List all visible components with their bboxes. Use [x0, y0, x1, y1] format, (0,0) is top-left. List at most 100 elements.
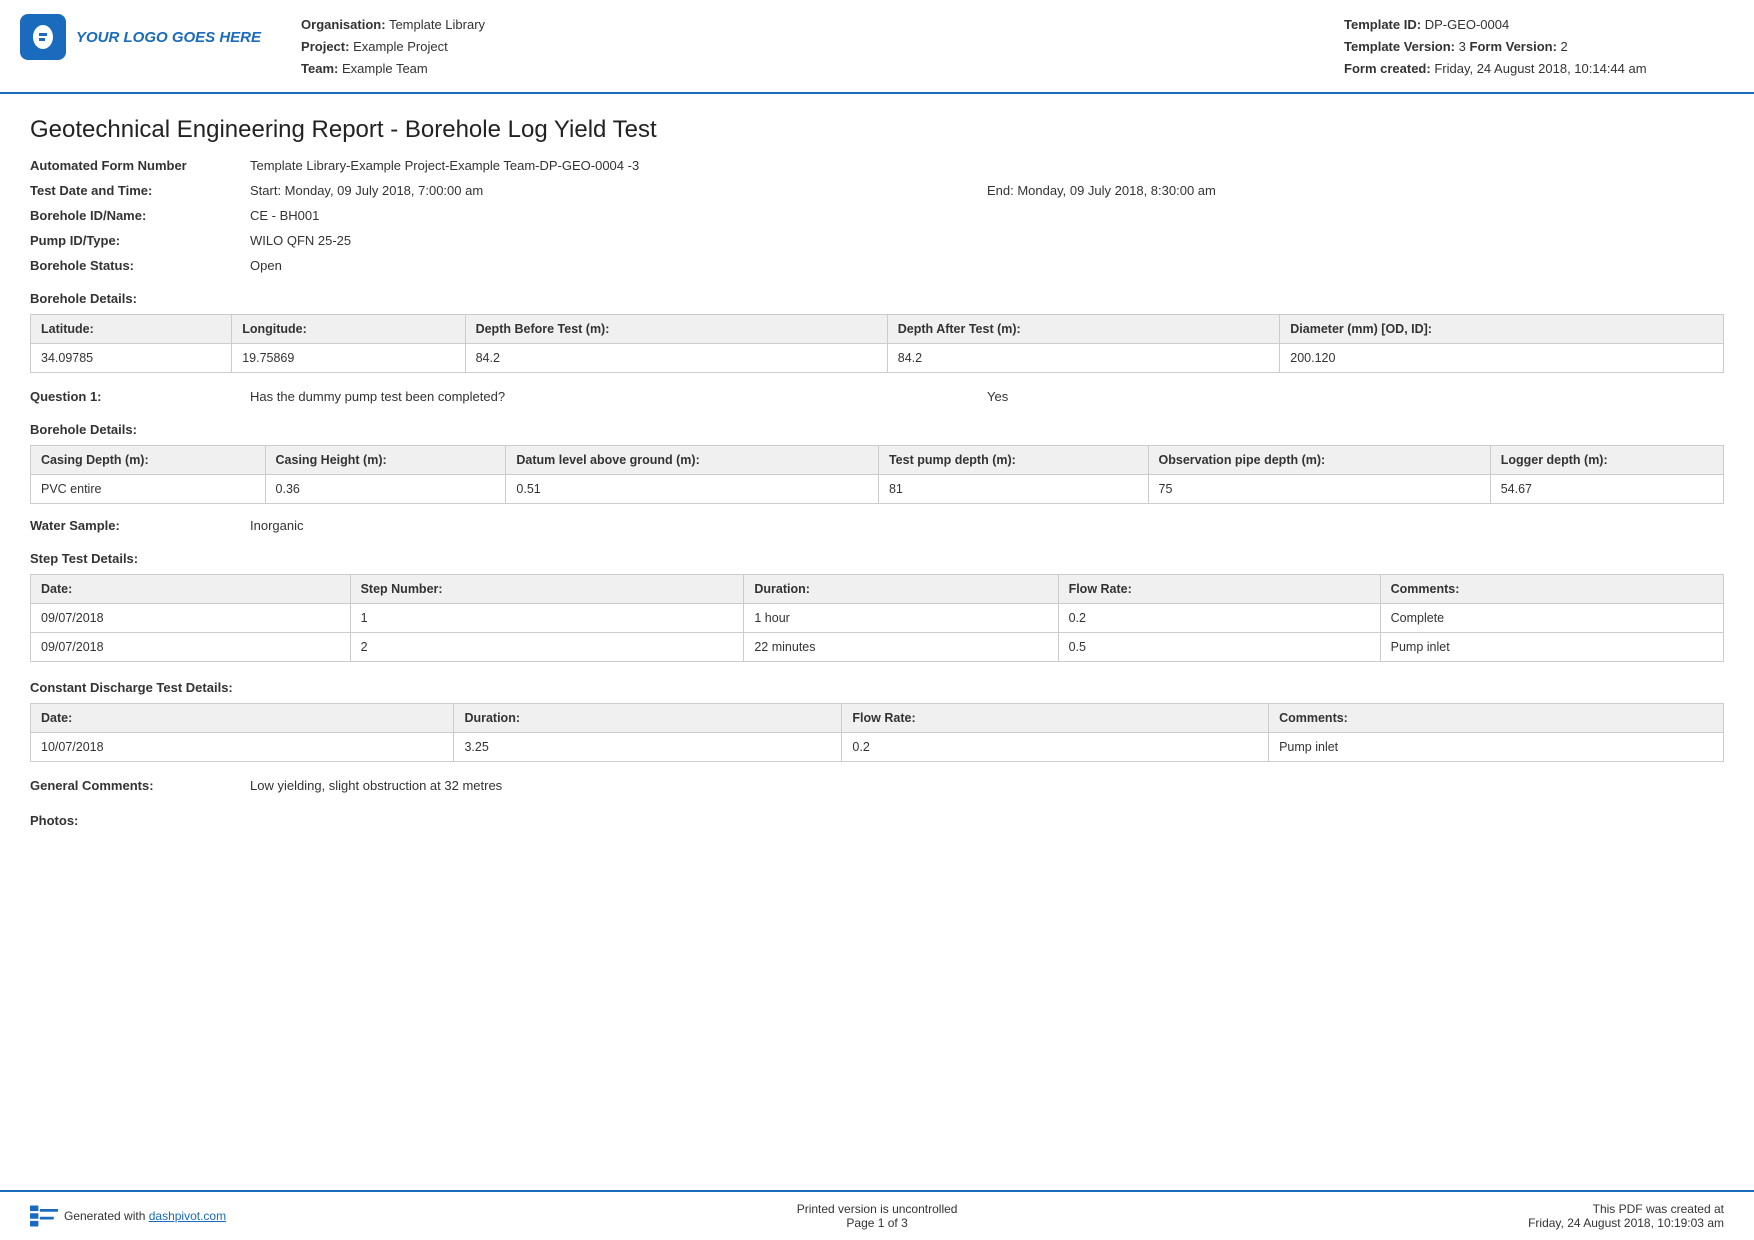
logo-icon [20, 14, 66, 60]
td-longitude: 19.75869 [232, 344, 465, 373]
borehole-id-label: Borehole ID/Name: [30, 208, 250, 223]
td-casing-height: 0.36 [265, 475, 506, 504]
footer-page-text: Page 1 of 3 [797, 1216, 958, 1230]
water-sample-value: Inorganic [250, 518, 1724, 533]
th-casing-height: Casing Height (m): [265, 446, 506, 475]
form-version-label: Form Version: [1470, 39, 1557, 54]
td-logger-depth: 54.67 [1490, 475, 1723, 504]
header-center: Organisation: Template Library Project: … [301, 14, 1344, 80]
borehole-status-value: Open [250, 258, 1724, 273]
project-label: Project: [301, 39, 349, 54]
td-depth-before: 84.2 [465, 344, 887, 373]
borehole-id-value: CE - BH001 [250, 208, 1724, 223]
th-logger-depth: Logger depth (m): [1490, 446, 1723, 475]
question-1-row: Question 1: Has the dummy pump test been… [30, 389, 1724, 404]
water-sample-label: Water Sample: [30, 518, 250, 533]
borehole-details-1-data-row: 34.09785 19.75869 84.2 84.2 200.120 [31, 344, 1724, 373]
footer-link[interactable]: dashpivot.com [149, 1209, 226, 1223]
step-test-header-row: Date: Step Number: Duration: Flow Rate: … [31, 575, 1724, 604]
test-date-label: Test Date and Time: [30, 183, 250, 198]
report-title: Geotechnical Engineering Report - Boreho… [30, 116, 1724, 144]
th-diameter: Diameter (mm) [OD, ID]: [1280, 315, 1724, 344]
borehole-details-2-title: Borehole Details: [30, 422, 1724, 437]
form-created-row: Form created: Friday, 24 August 2018, 10… [1344, 58, 1724, 80]
water-sample-row: Water Sample: Inorganic [30, 518, 1724, 533]
footer-right-text: This PDF was created at [1528, 1202, 1724, 1216]
template-id-label: Template ID: [1344, 17, 1421, 32]
test-date-row: Test Date and Time: Start: Monday, 09 Ju… [30, 183, 1724, 198]
template-id-value: DP-GEO-0004 [1425, 17, 1510, 32]
th-step-flow-rate: Flow Rate: [1058, 575, 1380, 604]
td-depth-after: 84.2 [887, 344, 1280, 373]
pump-id-value: WILO QFN 25-25 [250, 233, 1724, 248]
general-comments-row: General Comments: Low yielding, slight o… [30, 778, 1724, 793]
th-pump-depth: Test pump depth (m): [878, 446, 1148, 475]
general-comments-label: General Comments: [30, 778, 250, 793]
th-cd-date: Date: [31, 704, 454, 733]
team-label: Team: [301, 61, 338, 76]
main-content: Geotechnical Engineering Report - Boreho… [0, 94, 1754, 848]
test-date-end: End: Monday, 09 July 2018, 8:30:00 am [987, 183, 1724, 198]
th-step-number: Step Number: [350, 575, 744, 604]
team-value: Example Team [342, 61, 428, 76]
automated-form-value: Template Library-Example Project-Example… [250, 158, 1724, 173]
th-latitude: Latitude: [31, 315, 232, 344]
borehole-details-2-header-row: Casing Depth (m): Casing Height (m): Dat… [31, 446, 1724, 475]
th-casing-depth: Casing Depth (m): [31, 446, 266, 475]
project-row: Project: Example Project [301, 36, 1344, 58]
th-step-date: Date: [31, 575, 351, 604]
footer-logo-icon [30, 1205, 58, 1227]
page-footer: Generated with dashpivot.com Printed ver… [0, 1190, 1754, 1240]
automated-form-row: Automated Form Number Template Library-E… [30, 158, 1724, 173]
header-right: Template ID: DP-GEO-0004 Template Versio… [1344, 14, 1724, 80]
org-row: Organisation: Template Library [301, 14, 1344, 36]
org-label: Organisation: [301, 17, 386, 32]
td-casing-depth: PVC entire [31, 475, 266, 504]
form-version-value: 2 [1561, 39, 1568, 54]
td-pump-depth: 81 [878, 475, 1148, 504]
org-value: Template Library [389, 17, 485, 32]
footer-left: Generated with dashpivot.com [30, 1205, 226, 1227]
template-version-label: Template Version: [1344, 39, 1455, 54]
th-obs-pipe: Observation pipe depth (m): [1148, 446, 1490, 475]
borehole-details-1-title: Borehole Details: [30, 291, 1724, 306]
test-date-start: Start: Monday, 09 July 2018, 7:00:00 am [250, 183, 987, 198]
borehole-details-2-data-row: PVC entire 0.36 0.51 81 75 54.67 [31, 475, 1724, 504]
borehole-details-2-table: Casing Depth (m): Casing Height (m): Dat… [30, 445, 1724, 504]
th-depth-before: Depth Before Test (m): [465, 315, 887, 344]
borehole-status-row: Borehole Status: Open [30, 258, 1724, 273]
td-latitude: 34.09785 [31, 344, 232, 373]
automated-form-label: Automated Form Number [30, 158, 250, 173]
team-row: Team: Example Team [301, 58, 1344, 80]
question-1-answer: Yes [987, 389, 1724, 404]
td-obs-pipe: 75 [1148, 475, 1490, 504]
th-step-comments: Comments: [1380, 575, 1723, 604]
th-datum-level: Datum level above ground (m): [506, 446, 879, 475]
logo-area: YOUR LOGO GOES HERE [20, 14, 261, 60]
form-created-label: Form created: [1344, 61, 1431, 76]
th-cd-duration: Duration: [454, 704, 842, 733]
th-longitude: Longitude: [232, 315, 465, 344]
footer-center: Printed version is uncontrolled Page 1 o… [797, 1202, 958, 1230]
footer-right: This PDF was created at Friday, 24 Augus… [1528, 1202, 1724, 1230]
constant-discharge-title: Constant Discharge Test Details: [30, 680, 1724, 695]
form-created-value: Friday, 24 August 2018, 10:14:44 am [1434, 61, 1646, 76]
footer-uncontrolled-text: Printed version is uncontrolled [797, 1202, 958, 1216]
question-1-question: Has the dummy pump test been completed? [250, 389, 987, 404]
borehole-id-row: Borehole ID/Name: CE - BH001 [30, 208, 1724, 223]
general-comments-value: Low yielding, slight obstruction at 32 m… [250, 778, 1724, 793]
th-depth-after: Depth After Test (m): [887, 315, 1280, 344]
template-version-value: 3 [1459, 39, 1466, 54]
template-id-row: Template ID: DP-GEO-0004 [1344, 14, 1724, 36]
td-diameter: 200.120 [1280, 344, 1724, 373]
project-value: Example Project [353, 39, 448, 54]
photos-section: Photos: [30, 813, 1724, 828]
step-test-title: Step Test Details: [30, 551, 1724, 566]
page-header: YOUR LOGO GOES HERE Organisation: Templa… [0, 0, 1754, 94]
step-test-table: Date: Step Number: Duration: Flow Rate: … [30, 574, 1724, 662]
borehole-status-label: Borehole Status: [30, 258, 250, 273]
logo-text: YOUR LOGO GOES HERE [76, 29, 261, 46]
template-version-row: Template Version: 3 Form Version: 2 [1344, 36, 1724, 58]
pump-id-row: Pump ID/Type: WILO QFN 25-25 [30, 233, 1724, 248]
th-step-duration: Duration: [744, 575, 1058, 604]
